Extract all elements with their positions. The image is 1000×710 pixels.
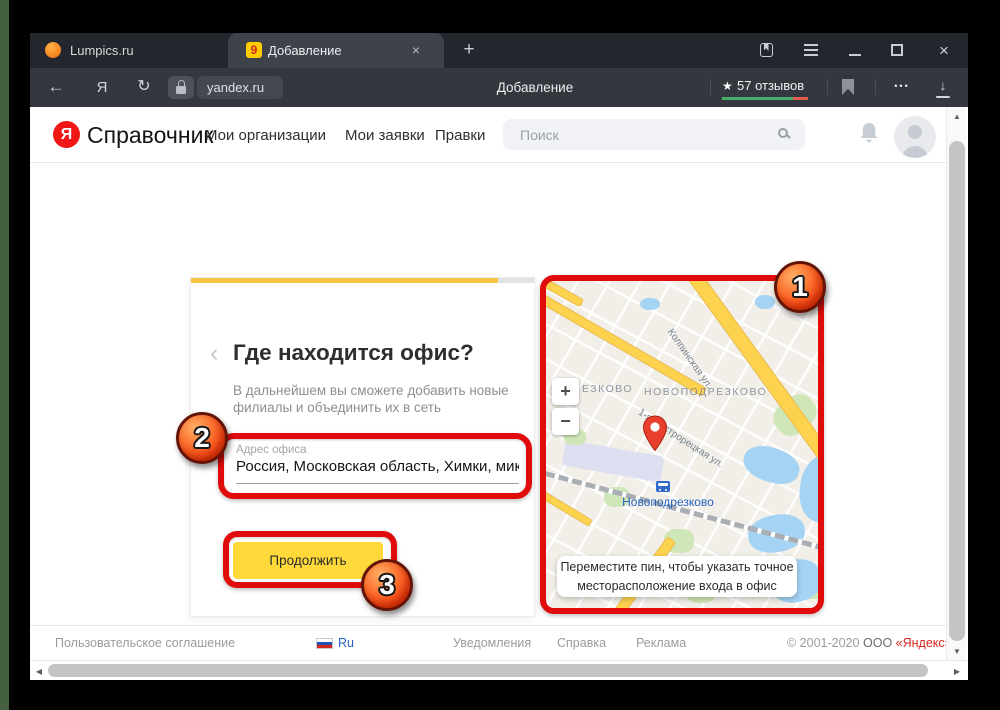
company-name: ООО «Яндекс» (863, 635, 952, 651)
footer-notifications-link[interactable]: Уведомления (453, 635, 531, 651)
star-icon: ★ (722, 76, 733, 96)
tab-dobavlenie[interactable]: 9 Добавление × (228, 33, 444, 68)
search-box (503, 119, 805, 150)
separator (827, 79, 828, 95)
ssl-lock-chip[interactable] (168, 76, 194, 99)
map-tooltip: Переместите пин, чтобы указать точное ме… (557, 556, 797, 597)
scroll-up-icon[interactable]: ▲ (948, 111, 966, 123)
yandex-browser-icon[interactable]: Я (90, 77, 114, 98)
site-logo-text[interactable]: Справочник (87, 120, 214, 150)
map-district-label: ЕЗКОВО (582, 383, 633, 395)
map-canvas[interactable]: ЕЗКОВО НОВОПОДРЕЗКОВО Колпинская ул. 1-я… (540, 275, 824, 614)
vertical-scrollbar-thumb[interactable] (949, 141, 965, 641)
progress-bar-filled (191, 278, 498, 283)
site-header: Я Справочник Мои организации Мои заявки … (30, 107, 946, 163)
footer-help-link[interactable]: Справка (557, 635, 606, 651)
annotation-badge-3: 3 (361, 559, 413, 611)
back-icon[interactable]: ← (44, 76, 68, 98)
lumpics-favicon-icon (45, 42, 61, 58)
more-icon[interactable]: ••• (886, 74, 918, 98)
annotation-badge-1: 1 (774, 261, 826, 313)
flag-ru-icon (316, 638, 333, 649)
address-bar[interactable]: yandex.ru (197, 76, 283, 99)
nav-my-organizations[interactable]: Мои организации (205, 126, 326, 146)
tab-label: Lumpics.ru (70, 42, 134, 59)
nav-edits[interactable]: Правки (435, 126, 485, 146)
site-footer: Пользовательское соглашение Ru Уведомлен… (30, 625, 946, 660)
tab-lumpics[interactable]: Lumpics.ru (32, 33, 228, 68)
horizontal-scrollbar[interactable]: ◀ ▶ (30, 660, 968, 680)
separator (875, 79, 876, 95)
annotation-rect-address (218, 433, 532, 499)
refresh-icon[interactable]: ↻ (132, 76, 156, 98)
vertical-scrollbar[interactable]: ▲ ▼ (946, 107, 966, 660)
reviews-count[interactable]: 57 отзывов (737, 76, 804, 96)
rating-bar-negative (793, 97, 808, 100)
scroll-right-icon[interactable]: ▶ (948, 666, 966, 678)
map-pin-icon[interactable] (642, 415, 668, 457)
zoom-in-button[interactable]: + (552, 378, 579, 405)
avatar[interactable] (894, 116, 936, 158)
search-icon[interactable] (778, 128, 788, 138)
scroll-down-icon[interactable]: ▼ (948, 646, 966, 658)
wizard-subtitle: филиалы и объединить их в сеть (233, 399, 441, 416)
wizard-subtitle: В дальнейшем вы сможете добавить новые (233, 382, 509, 399)
window-close-button[interactable]: × (935, 40, 953, 61)
map-water (640, 298, 660, 310)
minimize-button[interactable] (849, 54, 861, 56)
bookmark-icon[interactable] (842, 79, 854, 95)
web-page: Я Справочник Мои организации Мои заявки … (30, 107, 968, 680)
wizard-title: Где находится офис? (233, 340, 474, 366)
browser-window: Lumpics.ru 9 Добавление × + × ← Я ↻ yand… (30, 33, 968, 680)
separator (710, 79, 711, 95)
scroll-left-icon[interactable]: ◀ (30, 666, 48, 678)
page-title: Добавление (430, 77, 640, 98)
annotation-badge-2: 2 (176, 412, 228, 464)
train-station-icon (656, 481, 670, 492)
download-icon[interactable]: ↓ (932, 76, 954, 100)
menu-icon[interactable] (804, 49, 818, 51)
new-tab-button[interactable]: + (458, 39, 480, 61)
horizontal-scrollbar-thumb[interactable] (48, 664, 928, 677)
tooltip-text: Переместите пин, чтобы указать точное (557, 558, 797, 577)
footer-agreement-link[interactable]: Пользовательское соглашение (55, 635, 235, 651)
screenshot-root: Lumpics.ru 9 Добавление × + × ← Я ↻ yand… (0, 0, 1000, 710)
rating-bar-positive (722, 97, 793, 100)
maximize-button[interactable] (891, 44, 903, 56)
zoom-out-button[interactable]: − (552, 408, 579, 435)
copyright-years: © 2001-2020 (787, 635, 859, 651)
company-name-accent: «Яндекс» (896, 636, 952, 650)
back-chevron-icon[interactable]: ‹ (210, 339, 218, 367)
nav-my-requests[interactable]: Мои заявки (345, 126, 425, 146)
browser-toolbar: ← Я ↻ yandex.ru Добавление ★ 57 отзывов … (30, 68, 968, 107)
tab-panel-icon[interactable] (760, 43, 773, 57)
sprav-favicon-icon: 9 (246, 42, 262, 58)
tab-label: Добавление (268, 42, 342, 59)
tab-bar: Lumpics.ru 9 Добавление × + × (30, 33, 968, 68)
station-label: Новоподрезково (613, 495, 723, 509)
progress-bar-rest (498, 278, 534, 283)
desktop-edge-strip (0, 0, 9, 710)
tab-close-icon[interactable]: × (408, 41, 424, 60)
tooltip-text: месторасположение входа в офис (557, 577, 797, 596)
map-water (755, 295, 775, 309)
search-input[interactable] (503, 119, 773, 150)
yandex-logo-icon[interactable]: Я (53, 121, 80, 148)
language-switcher[interactable]: Ru (338, 635, 354, 651)
footer-ads-link[interactable]: Реклама (636, 635, 686, 651)
bell-icon[interactable] (859, 122, 879, 146)
